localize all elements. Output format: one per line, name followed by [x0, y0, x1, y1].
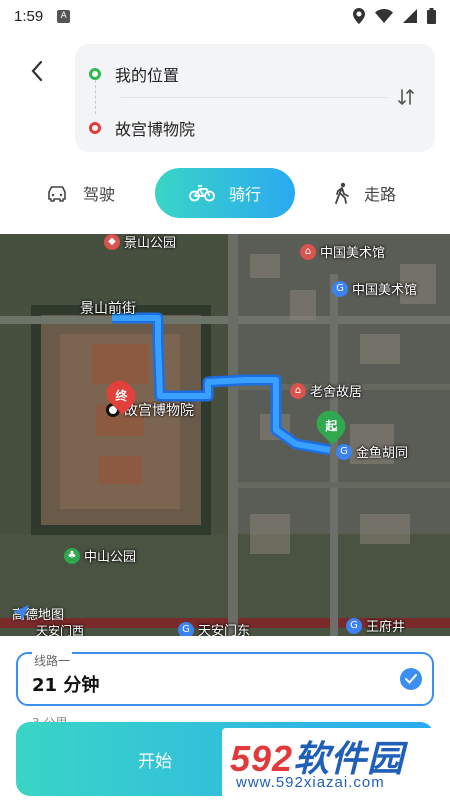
- watermark-number: 592: [230, 738, 294, 779]
- street-label-text: 景山前街: [80, 301, 136, 317]
- watermark-url: www.592xiazai.com: [236, 774, 385, 791]
- poi-palace-label: 故宫博物院: [124, 403, 194, 419]
- origin-label: 我的位置: [115, 66, 180, 85]
- map-provider-logo: 高德地图: [12, 604, 64, 623]
- poi-art-museum-stop[interactable]: G 中国美术馆: [332, 279, 417, 298]
- museum-icon: ⌂: [300, 243, 316, 260]
- tab-ride-label: 骑行: [228, 185, 261, 204]
- poi-art-museum[interactable]: ⌂ 中国美术馆: [300, 242, 385, 261]
- bus-stop-icon: G: [332, 280, 348, 297]
- poi-jinyu-label: 金鱼胡同: [356, 446, 409, 461]
- check-icon: [400, 668, 422, 690]
- tab-drive[interactable]: 驾驶: [20, 168, 140, 218]
- destination-label: 故宫博物院: [115, 120, 196, 139]
- poi-tiananmen-west-label: 天安门西: [36, 624, 85, 636]
- start-navigation-label: 开始: [138, 751, 172, 772]
- watermark-name: 软件园: [293, 738, 405, 779]
- poi-jingshan-label: 景山公园: [124, 236, 177, 251]
- origin-dot-icon: [89, 68, 101, 80]
- walking-icon: [334, 182, 350, 204]
- destination-dot-icon: [89, 122, 101, 134]
- site-watermark: 592软件园 www.592xiazai.com: [222, 728, 450, 800]
- back-button[interactable]: [22, 56, 52, 86]
- poi-tiananmen-east-label: 天安门东: [198, 624, 251, 636]
- park-icon: ♣: [64, 547, 80, 564]
- status-time: 1:59: [14, 7, 44, 25]
- end-marker-label: 终: [114, 388, 128, 403]
- notification-icon: A: [57, 9, 71, 23]
- route-option-time: 21 分钟: [32, 675, 100, 696]
- amap-logo-icon: [13, 605, 29, 621]
- poi-tiananmen-east[interactable]: G 天安门东: [178, 620, 250, 636]
- tab-walk-label: 走路: [363, 185, 396, 204]
- poi-tiananmen-west: 天安门西: [36, 622, 84, 636]
- destination-field[interactable]: 故宫博物院: [89, 108, 375, 148]
- tab-ride[interactable]: 骑行: [155, 168, 295, 218]
- route-input-card: 我的位置 故宫博物院: [75, 44, 435, 152]
- bus-stop-icon: G: [336, 443, 352, 460]
- subway-icon: G: [178, 621, 194, 636]
- status-bar: 1:59 A: [0, 0, 450, 32]
- wifi-icon: [375, 9, 393, 23]
- route-option-name: 线路一: [32, 652, 73, 669]
- battery-icon: [427, 8, 436, 24]
- map-view[interactable]: ◆ 景山公园 ⌂ 中国美术馆 G 中国美术馆 景山前街 ⌂ 老舍故居 G 金鱼胡…: [0, 234, 450, 636]
- route-option-card[interactable]: 线路一 21 分钟 3 公里: [16, 652, 434, 730]
- poi-zhongshan-label: 中山公园: [84, 550, 137, 565]
- poi-laoshe-label: 老舍故居: [310, 385, 363, 400]
- signal-icon: [403, 9, 417, 23]
- poi-wangfujing[interactable]: G 王府井: [346, 616, 405, 635]
- location-icon: [353, 8, 365, 24]
- bicycle-icon: [189, 184, 215, 202]
- poi-art-museum-label: 中国美术馆: [320, 246, 386, 261]
- status-icons: [353, 8, 436, 24]
- start-marker-label: 起: [324, 418, 338, 433]
- tab-walk[interactable]: 走路: [305, 168, 425, 218]
- chevron-left-icon: [31, 60, 43, 82]
- street-label: 景山前街: [80, 298, 136, 318]
- park-icon: ◆: [104, 234, 120, 250]
- origin-field[interactable]: 我的位置: [89, 54, 375, 94]
- poi-art-museum-stop-label: 中国美术馆: [352, 283, 418, 298]
- poi-jinyu[interactable]: G 金鱼胡同: [336, 442, 408, 461]
- tab-drive-label: 驾驶: [82, 185, 115, 204]
- poi-zhongshan[interactable]: ♣ 中山公园: [64, 546, 136, 565]
- travel-mode-tabs: 驾驶 骑行 走路: [0, 166, 450, 222]
- swap-arrows-icon: [398, 89, 414, 105]
- car-icon: [45, 184, 69, 202]
- divider: [121, 97, 387, 98]
- poi-laoshe[interactable]: ⌂ 老舍故居: [290, 381, 362, 400]
- poi-wangfujing-label: 王府井: [366, 620, 406, 635]
- subway-icon: G: [346, 617, 362, 634]
- museum-icon: ⌂: [290, 382, 306, 399]
- poi-jingshan[interactable]: ◆ 景山公园: [104, 234, 176, 251]
- swap-button[interactable]: [391, 82, 421, 112]
